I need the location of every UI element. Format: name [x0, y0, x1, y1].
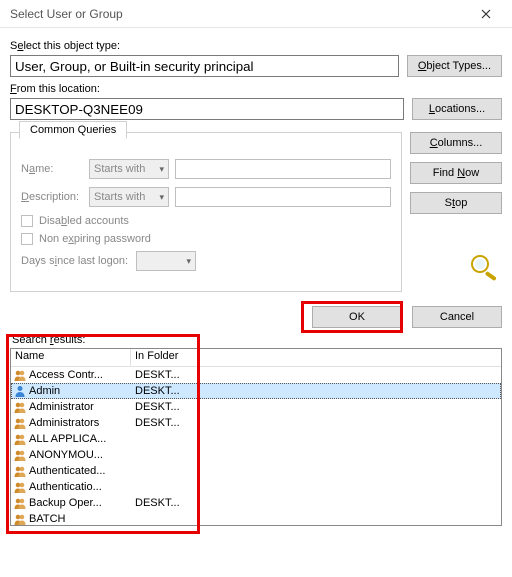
table-row[interactable]: Backup Oper...DESKT... [11, 495, 501, 511]
row-name: ALL APPLICA... [29, 433, 131, 445]
group-icon [13, 400, 27, 414]
results-header[interactable]: Name In Folder [11, 349, 501, 367]
object-type-field[interactable] [10, 55, 399, 77]
row-name: Admin [29, 385, 131, 397]
close-button[interactable] [466, 2, 506, 26]
columns-button[interactable]: Columns... [410, 132, 502, 154]
table-row[interactable]: Authenticated... [11, 463, 501, 479]
ok-button[interactable]: OK [312, 306, 402, 328]
close-icon [481, 9, 491, 19]
location-label: From this location: [10, 83, 502, 95]
row-name: Authenticated... [29, 465, 131, 477]
titlebar: Select User or Group [0, 0, 512, 28]
description-input[interactable] [175, 187, 391, 207]
group-icon [13, 416, 27, 430]
days-since-label: Days since last logon: [21, 255, 128, 267]
stop-button[interactable]: Stop [410, 192, 502, 214]
column-header-folder[interactable]: In Folder [131, 349, 501, 366]
table-row[interactable]: Authenticatio... [11, 479, 501, 495]
row-name: Administrators [29, 417, 131, 429]
checkbox-icon [21, 233, 33, 245]
search-icon [466, 252, 502, 282]
row-folder: DESKT... [131, 497, 501, 509]
row-folder: DESKT... [131, 369, 501, 381]
group-icon [13, 480, 27, 494]
group-icon [13, 432, 27, 446]
object-type-label: Select this object type: [10, 40, 502, 52]
group-icon [13, 464, 27, 478]
row-name: Authenticatio... [29, 481, 131, 493]
results-list[interactable]: Name In Folder Access Contr...DESKT...Ad… [10, 348, 502, 526]
row-folder: DESKT... [131, 385, 501, 397]
days-combo[interactable]: ▾ [136, 251, 196, 271]
name-label: Name: [21, 163, 83, 175]
row-name: Backup Oper... [29, 497, 131, 509]
row-name: Access Contr... [29, 369, 131, 381]
group-icon [13, 448, 27, 462]
find-now-button[interactable]: Find Now [410, 162, 502, 184]
chevron-down-icon: ▾ [186, 256, 191, 267]
table-row[interactable]: Access Contr...DESKT... [11, 367, 501, 383]
row-folder: DESKT... [131, 401, 501, 413]
name-match-combo[interactable]: Starts with ▾ [89, 159, 169, 179]
object-types-button[interactable]: Object Types... [407, 55, 502, 77]
group-icon [13, 512, 27, 526]
row-name: Administrator [29, 401, 131, 413]
column-header-name[interactable]: Name [11, 349, 131, 366]
row-name: BATCH [29, 513, 131, 525]
chevron-down-icon: ▾ [159, 164, 164, 175]
window-title: Select User or Group [10, 7, 466, 21]
locations-button[interactable]: Locations... [412, 98, 502, 120]
description-label: Description: [21, 191, 83, 203]
tab-common-queries[interactable]: Common Queries [19, 121, 127, 139]
chevron-down-icon: ▾ [159, 192, 164, 203]
cancel-button[interactable]: Cancel [412, 306, 502, 328]
disabled-accounts-checkbox[interactable]: Disabled accounts [21, 215, 391, 227]
non-expiring-checkbox[interactable]: Non expiring password [21, 233, 391, 245]
table-row[interactable]: ANONYMOU... [11, 447, 501, 463]
checkbox-icon [21, 215, 33, 227]
table-row[interactable]: AdministratorDESKT... [11, 399, 501, 415]
name-input[interactable] [175, 159, 391, 179]
group-icon [13, 368, 27, 382]
common-queries-group: Common Queries Name: Starts with ▾ Descr… [10, 132, 402, 292]
table-row[interactable]: BATCH [11, 511, 501, 526]
table-row[interactable]: AdminDESKT... [11, 383, 501, 399]
table-row[interactable]: ALL APPLICA... [11, 431, 501, 447]
description-match-combo[interactable]: Starts with ▾ [89, 187, 169, 207]
table-row[interactable]: AdministratorsDESKT... [11, 415, 501, 431]
user-icon [13, 384, 27, 398]
row-folder: DESKT... [131, 417, 501, 429]
row-name: ANONYMOU... [29, 449, 131, 461]
search-results-label: Search results: [12, 334, 502, 346]
location-field[interactable] [10, 98, 404, 120]
group-icon [13, 496, 27, 510]
